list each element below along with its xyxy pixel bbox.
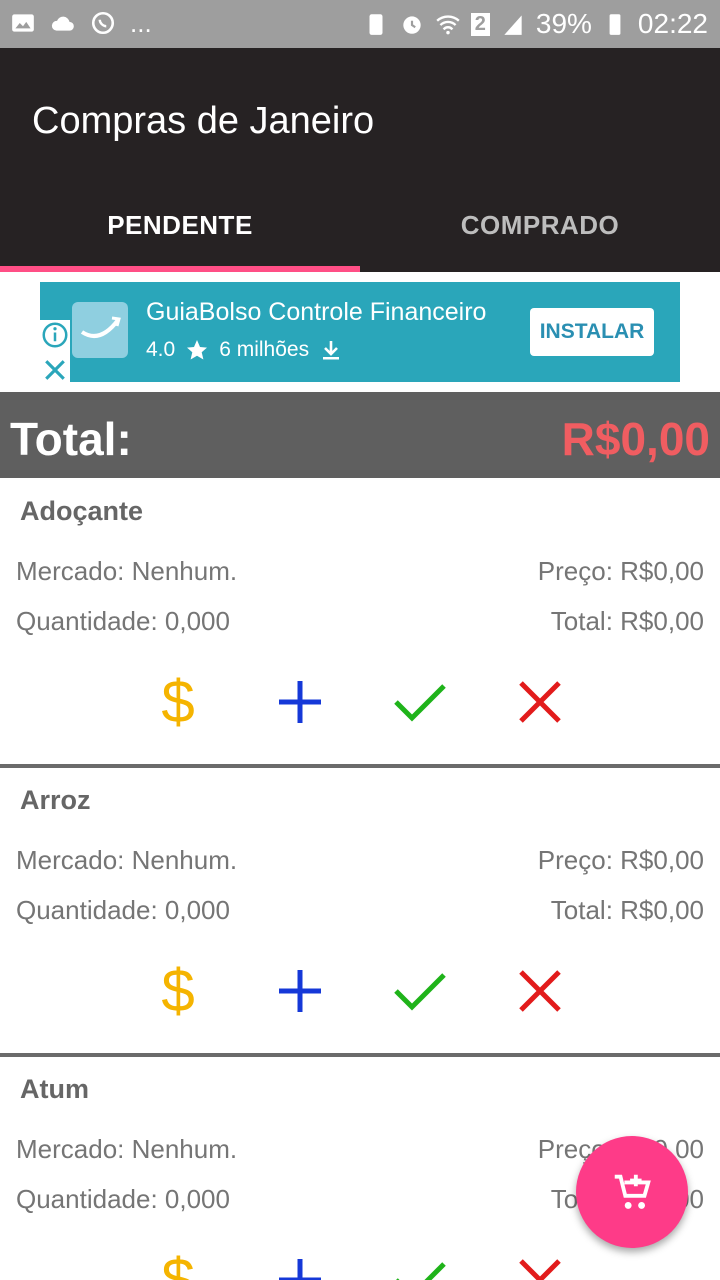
close-icon	[519, 681, 561, 723]
close-icon	[519, 1259, 561, 1280]
item-name: Adoçante	[20, 496, 144, 526]
set-price-button[interactable]: $	[152, 1246, 204, 1280]
whatsapp-icon	[91, 11, 115, 35]
plus-icon	[279, 970, 321, 1012]
status-bar: ... 2 39% 02:22	[0, 0, 720, 48]
dollar-icon: $	[161, 668, 195, 735]
trend-arrow-icon	[80, 316, 121, 338]
star-icon	[187, 340, 208, 360]
total-label: Total:	[10, 413, 132, 465]
close-icon[interactable]	[40, 355, 70, 385]
battery-percent: 39%	[535, 8, 592, 39]
tab-indicator	[0, 266, 360, 272]
plus-icon	[279, 1259, 321, 1280]
item-quantidade: Quantidade: 0,000	[16, 1184, 230, 1214]
dollar-icon: $	[161, 1246, 195, 1280]
signal-icon	[504, 15, 522, 35]
item-mercado: Mercado: Nenhum.	[16, 1134, 238, 1164]
item-name: Atum	[20, 1074, 89, 1104]
install-button[interactable]: INSTALAR	[530, 308, 654, 356]
ad-title[interactable]: GuiaBolso Controle Financeiro	[146, 298, 486, 327]
ad-meta: 4.0 6 milhões	[146, 338, 343, 362]
item-quantidade: Quantidade: 0,000	[16, 606, 230, 636]
check-icon	[394, 973, 446, 1011]
item-total: Total: R$0,00	[550, 895, 704, 925]
info-icon[interactable]	[40, 320, 70, 350]
plus-icon	[279, 681, 321, 723]
page-title: Compras de Janeiro	[32, 100, 375, 142]
mark-bought-button[interactable]	[394, 1254, 446, 1280]
remove-item-button[interactable]	[514, 965, 566, 1017]
increase-quantity-button[interactable]	[274, 676, 326, 728]
battery-icon	[609, 14, 621, 35]
close-icon	[519, 970, 561, 1012]
remove-item-button[interactable]	[514, 676, 566, 728]
mark-bought-button[interactable]	[394, 676, 446, 728]
add-to-cart-fab[interactable]	[576, 1136, 688, 1248]
item-total: Total: R$0,00	[550, 606, 704, 636]
battery-saver-icon	[369, 14, 383, 35]
total-value: R$0,00	[561, 413, 710, 465]
list-item[interactable]: Adoçante Mercado: Nenhum. Preço: R$0,00 …	[0, 478, 720, 768]
item-preco: Preço: R$0,00	[537, 556, 704, 586]
cloud-icon	[51, 16, 74, 31]
dollar-icon: $	[161, 957, 195, 1024]
list-item[interactable]: Arroz Mercado: Nenhum. Preço: R$0,00 Qua…	[0, 767, 720, 1057]
ad-info-panel	[40, 320, 70, 382]
increase-quantity-button[interactable]	[274, 1254, 326, 1280]
tab-comprado[interactable]: COMPRADO	[360, 190, 720, 260]
sim-badge: 2	[470, 12, 490, 36]
wifi-icon	[436, 15, 460, 35]
item-quantidade: Quantidade: 0,000	[16, 895, 230, 925]
set-price-button[interactable]: $	[152, 957, 204, 1024]
ad-rating-value: 4.0	[146, 338, 176, 361]
clock: 02:22	[637, 8, 708, 39]
gallery-icon	[12, 14, 34, 32]
remove-item-button[interactable]	[514, 1254, 566, 1280]
item-preco: Preço: R$0,00	[537, 845, 704, 875]
set-price-button[interactable]: $	[152, 668, 204, 735]
mark-bought-button[interactable]	[394, 965, 446, 1017]
check-icon	[394, 684, 446, 722]
tab-pendente[interactable]: PENDENTE	[0, 190, 360, 260]
alarm-icon	[403, 16, 421, 34]
add-shopping-cart-icon	[614, 1174, 651, 1209]
item-mercado: Mercado: Nenhum.	[16, 556, 238, 586]
increase-quantity-button[interactable]	[274, 965, 326, 1017]
item-mercado: Mercado: Nenhum.	[16, 845, 238, 875]
check-icon	[396, 1262, 446, 1280]
download-icon	[323, 341, 340, 360]
more-indicator: ...	[130, 8, 152, 38]
ad-app-logo	[72, 302, 128, 358]
ad-downloads: 6 milhões	[219, 338, 310, 361]
item-name: Arroz	[20, 785, 91, 815]
